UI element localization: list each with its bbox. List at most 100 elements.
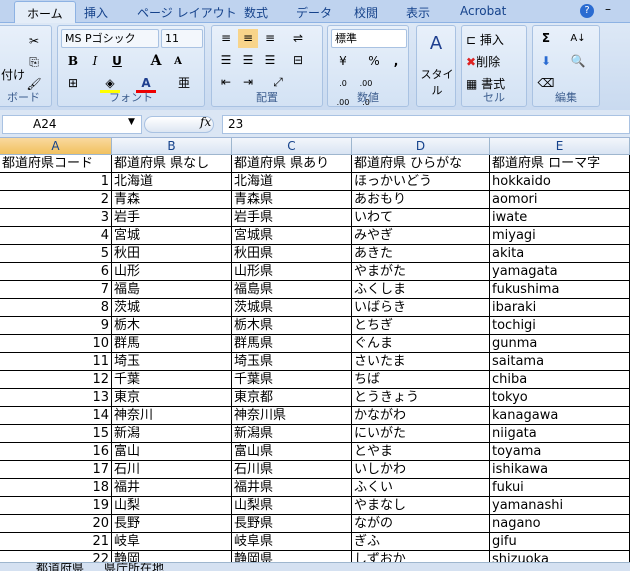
tab-review[interactable]: 校閲 bbox=[354, 4, 378, 21]
align-center-icon[interactable]: ☰ bbox=[238, 51, 258, 70]
cell-e11[interactable]: gunma bbox=[490, 335, 630, 353]
delete-cells-button[interactable]: ✖削除 bbox=[466, 53, 500, 70]
align-middle-icon[interactable]: ≡ bbox=[238, 29, 258, 48]
cell-c5[interactable]: 宮城県 bbox=[232, 227, 352, 245]
cell-d15[interactable]: かながわ bbox=[352, 407, 490, 425]
cell-a4[interactable]: 3 bbox=[0, 209, 112, 227]
cell-d8[interactable]: ふくしま bbox=[352, 281, 490, 299]
cell-c4[interactable]: 岩手県 bbox=[232, 209, 352, 227]
cell-e20[interactable]: yamanashi bbox=[490, 497, 630, 515]
cell-e16[interactable]: niigata bbox=[490, 425, 630, 443]
currency-icon[interactable]: ¥ bbox=[333, 52, 353, 71]
cell-c22[interactable]: 岐阜県 bbox=[232, 533, 352, 551]
cell-a20[interactable]: 19 bbox=[0, 497, 112, 515]
cell-d19[interactable]: ふくい bbox=[352, 479, 490, 497]
name-box[interactable]: A24 bbox=[2, 115, 142, 134]
cell-d9[interactable]: いばらき bbox=[352, 299, 490, 317]
cell-b19[interactable]: 福井 bbox=[112, 479, 232, 497]
cell-b5[interactable]: 宮城 bbox=[112, 227, 232, 245]
formula-input[interactable]: 23 bbox=[222, 115, 630, 134]
cell-e5[interactable]: miyagi bbox=[490, 227, 630, 245]
cell-e7[interactable]: yamagata bbox=[490, 263, 630, 281]
cell-b12[interactable]: 埼玉 bbox=[112, 353, 232, 371]
cell-a22[interactable]: 21 bbox=[0, 533, 112, 551]
cell-e3[interactable]: aomori bbox=[490, 191, 630, 209]
tab-acrobat[interactable]: Acrobat bbox=[460, 4, 506, 18]
cell-c10[interactable]: 栃木県 bbox=[232, 317, 352, 335]
cell-a13[interactable]: 12 bbox=[0, 371, 112, 389]
cell-b20[interactable]: 山梨 bbox=[112, 497, 232, 515]
minimize-icon[interactable]: – bbox=[605, 2, 611, 16]
cell-b11[interactable]: 群馬 bbox=[112, 335, 232, 353]
align-left-icon[interactable]: ☰ bbox=[216, 51, 236, 70]
cell-c16[interactable]: 新潟県 bbox=[232, 425, 352, 443]
cell-e18[interactable]: ishikawa bbox=[490, 461, 630, 479]
cell-a6[interactable]: 5 bbox=[0, 245, 112, 263]
column-header-c[interactable]: C bbox=[232, 138, 352, 155]
cell-b3[interactable]: 青森 bbox=[112, 191, 232, 209]
cell-d5[interactable]: みやぎ bbox=[352, 227, 490, 245]
cell-c11[interactable]: 群馬県 bbox=[232, 335, 352, 353]
cell-b1[interactable]: 都道府県 県なし bbox=[112, 155, 232, 173]
cell-e1[interactable]: 都道府県 ローマ字 bbox=[490, 155, 630, 173]
sheet-tab-prefectures[interactable]: 都道府県 bbox=[36, 563, 84, 571]
name-box-dropdown-icon[interactable]: ▼ bbox=[128, 117, 135, 127]
align-right-icon[interactable]: ☰ bbox=[260, 51, 280, 70]
cell-e13[interactable]: chiba bbox=[490, 371, 630, 389]
tab-page-layout[interactable]: ページ レイアウト bbox=[137, 4, 237, 21]
cell-b9[interactable]: 茨城 bbox=[112, 299, 232, 317]
cell-e6[interactable]: akita bbox=[490, 245, 630, 263]
tab-view[interactable]: 表示 bbox=[406, 4, 430, 21]
grow-font-button[interactable]: A bbox=[146, 52, 166, 71]
cell-c13[interactable]: 千葉県 bbox=[232, 371, 352, 389]
styles-button[interactable]: スタイル bbox=[417, 66, 457, 98]
cell-a18[interactable]: 17 bbox=[0, 461, 112, 479]
merge-center-icon[interactable]: ⊟ bbox=[288, 51, 308, 70]
cell-c1[interactable]: 都道府県 県あり bbox=[232, 155, 352, 173]
find-icon[interactable]: 🔍 bbox=[568, 52, 588, 71]
cell-d2[interactable]: ほっかいどう bbox=[352, 173, 490, 191]
cell-e9[interactable]: ibaraki bbox=[490, 299, 630, 317]
cell-c18[interactable]: 石川県 bbox=[232, 461, 352, 479]
column-header-b[interactable]: B bbox=[112, 138, 232, 155]
cell-a19[interactable]: 18 bbox=[0, 479, 112, 497]
cell-e17[interactable]: toyama bbox=[490, 443, 630, 461]
cell-b10[interactable]: 栃木 bbox=[112, 317, 232, 335]
cell-e2[interactable]: hokkaido bbox=[490, 173, 630, 191]
cell-a17[interactable]: 16 bbox=[0, 443, 112, 461]
cell-a3[interactable]: 2 bbox=[0, 191, 112, 209]
sheet-tab-capitals[interactable]: 県庁所在地 bbox=[104, 563, 164, 571]
cell-a5[interactable]: 4 bbox=[0, 227, 112, 245]
insert-function-button[interactable]: fx bbox=[200, 115, 211, 129]
cell-a12[interactable]: 11 bbox=[0, 353, 112, 371]
cell-b15[interactable]: 神奈川 bbox=[112, 407, 232, 425]
column-header-d[interactable]: D bbox=[352, 138, 490, 155]
cell-a16[interactable]: 15 bbox=[0, 425, 112, 443]
cell-d16[interactable]: にいがた bbox=[352, 425, 490, 443]
cell-b8[interactable]: 福島 bbox=[112, 281, 232, 299]
cell-d18[interactable]: いしかわ bbox=[352, 461, 490, 479]
cell-d11[interactable]: ぐんま bbox=[352, 335, 490, 353]
insert-cells-button[interactable]: ⊏ 挿入 bbox=[466, 31, 504, 48]
cell-a9[interactable]: 8 bbox=[0, 299, 112, 317]
cell-d7[interactable]: やまがた bbox=[352, 263, 490, 281]
cell-d4[interactable]: いわて bbox=[352, 209, 490, 227]
column-header-e[interactable]: E bbox=[490, 138, 630, 155]
help-icon[interactable]: ? bbox=[580, 4, 594, 18]
cell-d22[interactable]: ぎふ bbox=[352, 533, 490, 551]
cell-b22[interactable]: 岐阜 bbox=[112, 533, 232, 551]
cell-c7[interactable]: 山形県 bbox=[232, 263, 352, 281]
cell-c19[interactable]: 福井県 bbox=[232, 479, 352, 497]
tab-formulas[interactable]: 数式 bbox=[244, 4, 268, 21]
cell-a11[interactable]: 10 bbox=[0, 335, 112, 353]
shrink-font-button[interactable]: A bbox=[168, 52, 188, 71]
cell-e8[interactable]: fukushima bbox=[490, 281, 630, 299]
copy-icon[interactable]: ⎘ bbox=[24, 53, 44, 72]
cut-icon[interactable]: ✂ bbox=[24, 32, 44, 51]
sort-filter-icon[interactable]: A↓ bbox=[568, 29, 588, 48]
cell-d10[interactable]: とちぎ bbox=[352, 317, 490, 335]
cell-c3[interactable]: 青森県 bbox=[232, 191, 352, 209]
cell-c20[interactable]: 山梨県 bbox=[232, 497, 352, 515]
cell-a15[interactable]: 14 bbox=[0, 407, 112, 425]
cell-b17[interactable]: 富山 bbox=[112, 443, 232, 461]
